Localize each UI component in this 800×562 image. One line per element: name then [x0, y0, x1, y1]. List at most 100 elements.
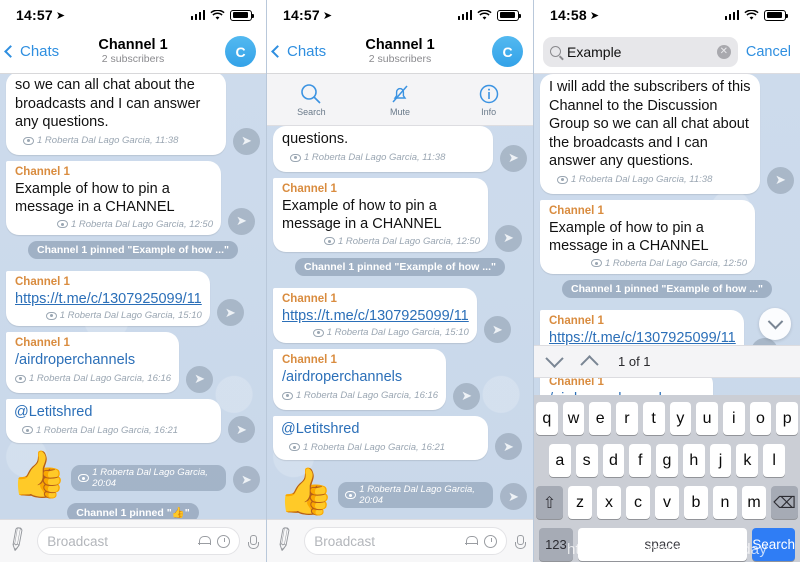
key-t[interactable]: t — [642, 402, 665, 435]
message-bubble-mention[interactable]: @Letitshred 1 Roberta Dal Lago Garcia, 1… — [273, 415, 488, 460]
message-bubble-link[interactable]: Channel 1 https://t.me/c/1307925099/11 1… — [273, 287, 477, 343]
forward-arrow-icon[interactable]: ➤ — [483, 316, 511, 343]
cancel-button[interactable]: Cancel — [746, 44, 791, 60]
microphone-icon[interactable] — [248, 534, 259, 549]
action-mute[interactable]: Mute — [356, 82, 445, 117]
chat-scroll-area[interactable]: questions. 1 Roberta Dal Lago Garcia, 11… — [267, 74, 533, 519]
space-key[interactable]: space — [577, 528, 748, 561]
message-bubble-airdrop[interactable]: Channel 1 /airdroperchannels 1 Roberta D… — [6, 332, 180, 393]
message-bubble-link[interactable]: Channel 1 https://t.me/c/1307925099/11 1… — [6, 270, 210, 326]
scroll-to-bottom-button[interactable] — [759, 308, 791, 340]
key-s[interactable]: s — [575, 444, 598, 477]
forward-arrow-icon[interactable]: ➤ — [495, 433, 522, 460]
message-bubble-intro[interactable]: so we can all chat about the broadcasts … — [6, 74, 226, 155]
service-message-pinned[interactable]: Channel 1 pinned "Example of how ..." — [540, 279, 794, 303]
forward-arrow-icon[interactable]: ➤ — [216, 299, 244, 326]
bell-icon[interactable] — [465, 535, 478, 548]
action-search[interactable]: Search — [267, 82, 356, 117]
key-b[interactable]: b — [684, 486, 708, 519]
clock-icon[interactable] — [484, 534, 497, 548]
service-message-pinned[interactable]: Channel 1 pinned "👍" — [6, 503, 260, 519]
key-g[interactable]: g — [656, 444, 678, 477]
avatar[interactable]: C — [225, 36, 256, 67]
key-r[interactable]: r — [616, 402, 638, 435]
eye-views-icon — [345, 491, 357, 499]
forward-arrow-icon[interactable]: ➤ — [233, 466, 260, 493]
key-j[interactable]: j — [709, 444, 732, 477]
forward-arrow-icon[interactable]: ➤ — [500, 144, 527, 172]
forward-arrow-icon[interactable]: ➤ — [500, 483, 527, 510]
eye-views-icon — [56, 220, 68, 228]
search-return-key[interactable]: Search — [752, 528, 795, 561]
message-bubble-intro[interactable]: I will add the subscribers of this Chann… — [540, 74, 760, 194]
service-message-pinned[interactable]: Channel 1 pinned "Example of how ..." — [273, 257, 527, 281]
forward-arrow-icon[interactable]: ➤ — [186, 365, 214, 393]
microphone-icon[interactable] — [515, 534, 526, 549]
back-to-chats-button[interactable]: Chats — [4, 43, 59, 60]
thumbs-up-emoji[interactable]: 👍 — [277, 466, 334, 516]
key-i[interactable]: i — [722, 402, 745, 435]
paperclip-icon[interactable]: 🖉 — [269, 522, 304, 560]
message-row: @Letitshred 1 Roberta Dal Lago Garcia, 1… — [273, 415, 527, 460]
backspace-icon[interactable]: ⌫ — [771, 486, 798, 519]
back-to-chats-button[interactable]: Chats — [271, 43, 326, 60]
key-x[interactable]: x — [597, 486, 621, 519]
message-command[interactable]: /airdroperchannels — [282, 368, 438, 387]
key-f[interactable]: f — [629, 444, 652, 477]
message-mention[interactable]: @Letitshred — [14, 403, 92, 422]
key-q[interactable]: q — [535, 402, 558, 435]
clock-icon[interactable] — [217, 534, 230, 548]
thumbs-up-emoji[interactable]: 👍 — [10, 449, 67, 499]
key-z[interactable]: z — [568, 486, 592, 519]
message-bubble-mention[interactable]: @Letitshred 1 Roberta Dal Lago Garcia, 1… — [6, 398, 221, 443]
shift-arrow-icon[interactable]: ⇧ — [536, 486, 563, 519]
eye-views-icon — [312, 328, 324, 337]
message-link[interactable]: https://t.me/c/1307925099/11 — [282, 307, 469, 326]
message-link[interactable]: https://t.me/c/1307925099/11 — [15, 290, 202, 309]
key-v[interactable]: v — [655, 486, 679, 519]
paperclip-icon[interactable]: 🖉 — [2, 522, 37, 560]
forward-arrow-icon[interactable]: ➤ — [767, 166, 794, 194]
message-mention[interactable]: @Letitshred — [281, 420, 359, 439]
avatar[interactable]: C — [492, 36, 523, 67]
broadcast-input[interactable]: Broadcast — [304, 527, 507, 555]
eye-views-icon — [323, 237, 335, 245]
key-e[interactable]: e — [589, 402, 612, 435]
numbers-key[interactable]: 123 — [539, 528, 573, 561]
forward-arrow-icon[interactable]: ➤ — [453, 382, 481, 410]
key-a[interactable]: a — [548, 444, 571, 477]
key-u[interactable]: u — [696, 402, 718, 435]
message-bubble-example[interactable]: Channel 1 Example of how to pin a messag… — [6, 160, 221, 235]
chat-scroll-area[interactable]: so we can all chat about the broadcasts … — [0, 74, 266, 519]
message-bubble-example[interactable]: Channel 1 Example of how to pin a messag… — [540, 199, 755, 274]
phone-panel-2: 14:57 ➤ Chats Channel 1 2 subscribers C — [267, 0, 534, 562]
key-d[interactable]: d — [602, 444, 625, 477]
clear-circle-icon[interactable]: ✕ — [716, 44, 731, 59]
key-y[interactable]: y — [669, 402, 692, 435]
chevron-up-icon[interactable] — [580, 355, 599, 374]
forward-arrow-icon[interactable]: ➤ — [495, 224, 522, 252]
forward-arrow-icon[interactable]: ➤ — [228, 207, 255, 235]
search-input[interactable]: Example ✕ — [543, 36, 738, 67]
key-o[interactable]: o — [749, 402, 772, 435]
key-m[interactable]: m — [742, 486, 766, 519]
message-bubble-intro[interactable]: questions. 1 Roberta Dal Lago Garcia, 11… — [273, 126, 493, 172]
key-l[interactable]: l — [763, 444, 786, 477]
key-k[interactable]: k — [736, 444, 759, 477]
chevron-down-icon[interactable] — [545, 349, 564, 368]
message-command[interactable]: /airdroperchannels — [15, 351, 171, 370]
key-h[interactable]: h — [682, 444, 705, 477]
action-info[interactable]: Info — [444, 82, 533, 117]
service-message-pinned[interactable]: Channel 1 pinned "Example of how ..." — [6, 240, 260, 264]
broadcast-input[interactable]: Broadcast — [37, 527, 240, 555]
key-p[interactable]: p — [776, 402, 799, 435]
bell-icon[interactable] — [198, 535, 211, 548]
key-c[interactable]: c — [626, 486, 650, 519]
message-bubble-example[interactable]: Channel 1 Example of how to pin a messag… — [273, 177, 488, 252]
message-bubble-airdrop[interactable]: Channel 1 /airdroperchannels 1 Roberta D… — [273, 349, 447, 410]
key-w[interactable]: w — [562, 402, 585, 435]
forward-arrow-icon[interactable]: ➤ — [233, 127, 260, 155]
location-arrow-icon: ➤ — [55, 9, 66, 22]
key-n[interactable]: n — [713, 486, 737, 519]
forward-arrow-icon[interactable]: ➤ — [228, 416, 255, 443]
